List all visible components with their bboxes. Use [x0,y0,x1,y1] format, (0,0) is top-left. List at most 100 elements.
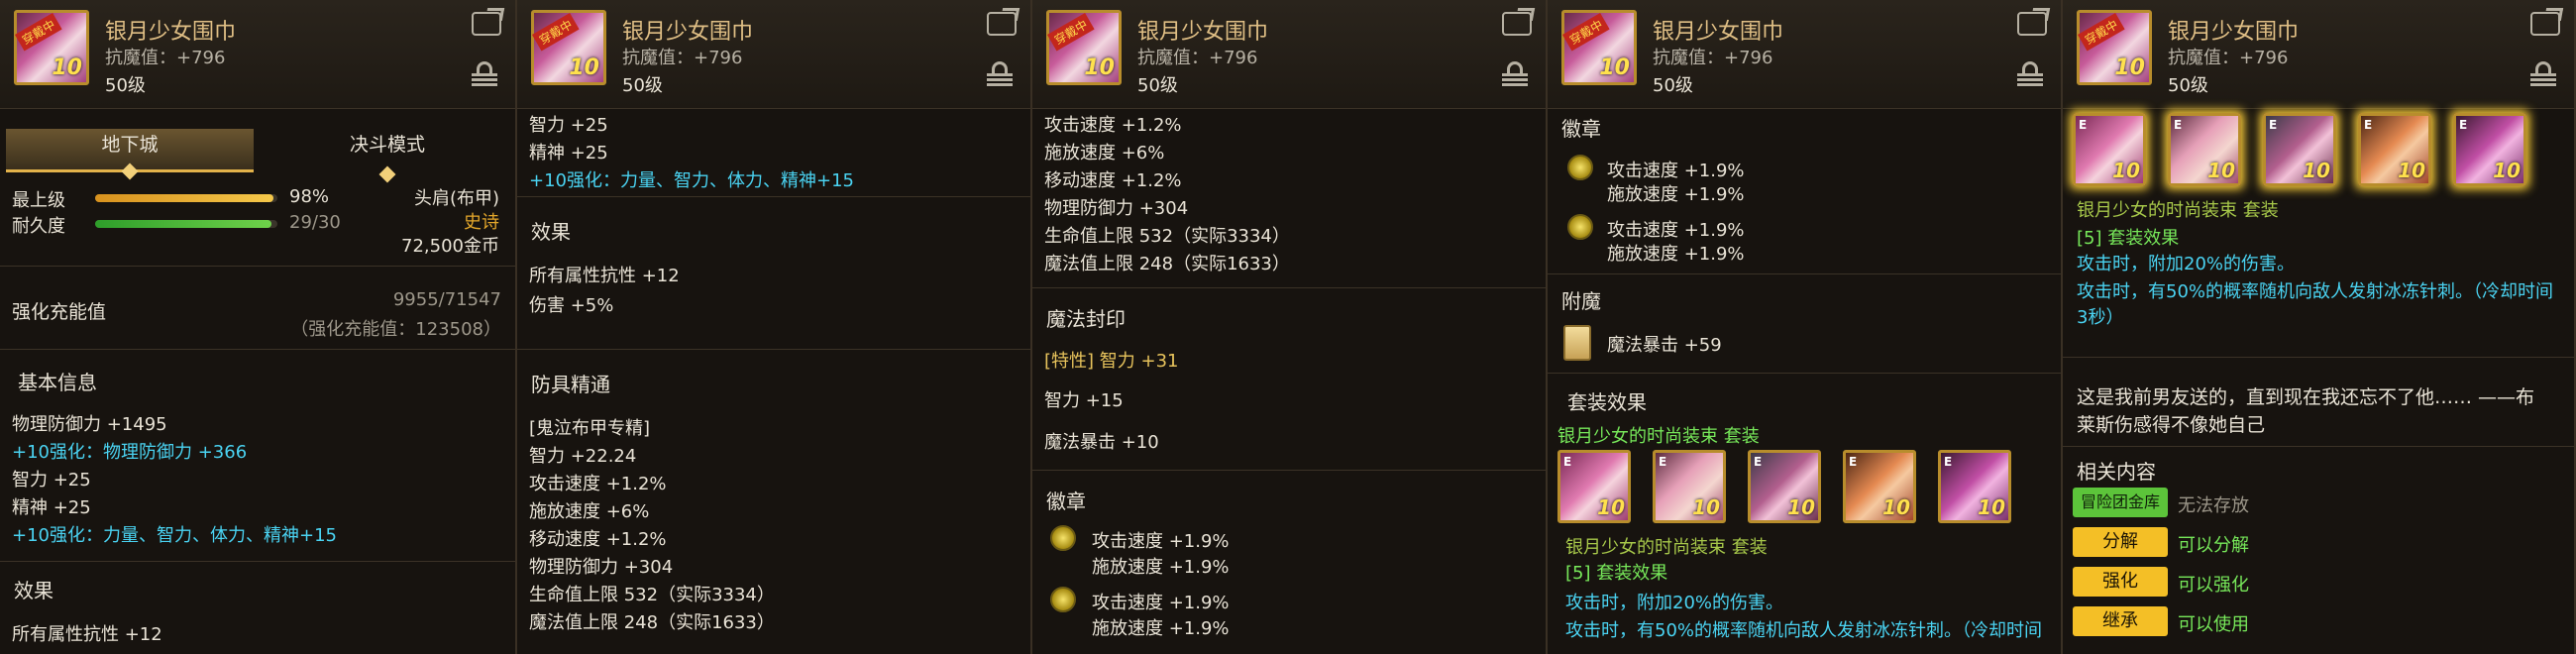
related-title: 相关内容 [2077,460,2156,484]
tooltip-header: 穿戴中 10 银月少女围巾 抗魔值：+796 50级 [0,0,515,109]
grade-label: 最上级 [12,190,65,211]
item-level: 50级 [1653,75,1693,96]
set-item-icon[interactable]: E 10 [1843,450,1916,523]
stat-line: 移动速度 +1.2% [1044,170,1182,191]
share-icon[interactable] [2017,12,2047,36]
item-tooltip-panel-2: 穿戴中 10 银月少女围巾 抗魔值：+796 50级 智力 +25 精神 +25 +1… [517,0,1032,654]
item-resist: 抗魔值：+796 [622,48,743,68]
enchant-line: 魔法暴击 +59 [1607,335,1722,356]
effect-title: 效果 [14,579,54,602]
tab-pvp-label: 决斗模式 [349,134,425,156]
basic-stat-line: 物理防御力 +1495 [12,414,167,435]
emblem-1-line-a: 攻击速度 +1.9% [1092,531,1230,552]
enhance-charge-value: 9955/71547 [392,289,501,310]
share-icon[interactable] [1502,12,1532,36]
magic-seal-special: [特性] 智力 +31 [1044,351,1179,372]
item-icon-level: 10 [1084,55,1115,80]
item-name: 银月少女围巾 [1137,20,1269,45]
item-name: 银月少女围巾 [105,20,237,45]
enchant-title: 附魔 [1561,289,1601,313]
basic-stat-line: 智力 +25 [12,470,91,490]
action-button[interactable]: 强化 [2073,567,2168,597]
item-name: 银月少女围巾 [622,20,754,45]
item-tooltip-panel-5: 穿戴中 10 银月少女围巾 抗魔值：+796 50级 E 10 E 10 E 10 E 10 E 1… [2063,0,2576,654]
effect-line: 所有属性抗性 +12 [529,266,680,286]
action-button[interactable]: 继承 [2073,606,2168,636]
set-name-2: 银月少女的时尚装束 套装 [1565,537,1768,558]
set-name: 银月少女的时尚装束 套装 [1557,426,1760,447]
item-icon: 穿戴中 10 [1046,10,1122,85]
action-status: 可以强化 [2178,575,2249,596]
action-status: 可以使用 [2178,614,2249,635]
tab-dungeon[interactable]: 地下城 [6,129,254,180]
grade-bar [95,194,277,202]
basic-stat-line: +10强化：物理防御力 +366 [12,442,248,463]
emblem-1-line-b: 施放速度 +1.9% [1607,184,1745,205]
tooltip-header: 穿戴中 10 银月少女围巾 抗魔值：+796 50级 [517,0,1030,109]
share-icon[interactable] [2530,12,2560,36]
mastery-line: 物理防御力 +304 [529,557,674,578]
item-tooltip-panel-4: 穿戴中 10 银月少女围巾 抗魔值：+796 50级 徽章 攻击速度 +1.9% … [1548,0,2063,654]
item-tooltip-panel-3: 穿戴中 10 银月少女围巾 抗魔值：+796 50级 攻击速度 +1.2% 施放速度… [1032,0,1548,654]
lock-icon[interactable] [2530,61,2556,87]
item-name: 银月少女围巾 [2168,20,2300,45]
item-resist: 抗魔值：+796 [2168,48,2289,68]
item-resist: 抗魔值：+796 [105,48,226,68]
set-item-icon[interactable]: E 10 [2168,113,2241,186]
set-item-icon[interactable]: E 10 [2263,113,2336,186]
effect-line: 伤害 +5% [529,295,614,316]
enchant-card-icon [1563,325,1591,361]
magic-seal-line-2: 魔法暴击 +10 [1044,432,1159,453]
basic-info-title: 基本信息 [18,371,97,394]
tab-pvp[interactable]: 决斗模式 [264,129,511,183]
set-count: [5] 套装效果 [2077,228,2180,249]
lock-icon[interactable] [987,61,1013,87]
action-button[interactable]: 冒险团金库 [2073,488,2168,517]
tab-dungeon-label: 地下城 [101,134,159,156]
basic-stat-line: +10强化：力量、智力、体力、精神+15 [12,525,337,546]
item-icon-level: 10 [569,55,599,80]
basic-stat-line: 精神 +25 [12,497,91,518]
price: 72,500金币 [401,236,499,257]
mastery-line: 智力 +22.24 [529,446,637,467]
tooltip-header: 穿戴中 10 银月少女围巾 抗魔值：+796 50级 [1032,0,1546,109]
lock-icon[interactable] [472,61,497,87]
set-item-icon[interactable]: E 10 [1748,450,1821,523]
item-icon: 穿戴中 10 [1561,10,1637,85]
equipped-tag: 穿戴中 [1562,12,1610,52]
set-count: [5] 套装效果 [1565,563,1668,584]
set-item-icon[interactable]: E 10 [2073,113,2146,186]
set-item-icon[interactable]: E 10 [1557,450,1631,523]
share-icon[interactable] [472,12,501,36]
mastery-line: 生命值上限 532（实际3334） [529,585,775,605]
emblem-1-line-b: 施放速度 +1.9% [1092,557,1230,578]
stat-line: 物理防御力 +304 [1044,198,1189,219]
set-item-icon[interactable]: E 10 [2358,113,2431,186]
item-tooltip-panel-1: 穿戴中 10 银月少女围巾 抗魔值：+796 50级 地下城 决斗模式 最上级 9… [0,0,517,654]
lock-icon[interactable] [2017,61,2043,87]
share-icon[interactable] [987,12,1017,36]
set-name: 银月少女的时尚装束 套装 [2077,200,2279,221]
action-button[interactable]: 分解 [2073,527,2168,557]
set-item-icon[interactable]: E 10 [1938,450,2011,523]
stat-line: 精神 +25 [529,143,608,164]
set-item-icon[interactable]: E 10 [2453,113,2526,186]
magic-seal-title: 魔法封印 [1046,307,1126,331]
set-item-icon[interactable]: E 10 [1653,450,1726,523]
set-line-2: 攻击时，有50%的概率随机向敌人发射冰冻针刺。（冷却时间 [1565,620,2043,641]
set-line-3: 3秒） [2077,307,2124,328]
emblem-title: 徽章 [1046,490,1086,513]
emblem-icon [1050,587,1076,612]
mode-tabs: 地下城 决斗模式 [6,129,511,183]
lock-icon[interactable] [1502,61,1528,87]
durability-value: 29/30 [289,212,341,233]
effect-line: 所有属性抗性 +12 [12,624,162,645]
item-icon-level: 10 [2114,55,2145,80]
rarity: 史诗 [464,212,499,233]
emblem-2-line-b: 施放速度 +1.9% [1092,618,1230,639]
item-level: 50级 [1137,75,1178,96]
item-icon-level: 10 [52,55,82,80]
effect-title: 效果 [531,220,571,244]
emblem-icon [1567,214,1593,240]
flavor-line-1: 这是我前男友送的，直到现在我还忘不了他…… ——布 [2077,386,2535,408]
